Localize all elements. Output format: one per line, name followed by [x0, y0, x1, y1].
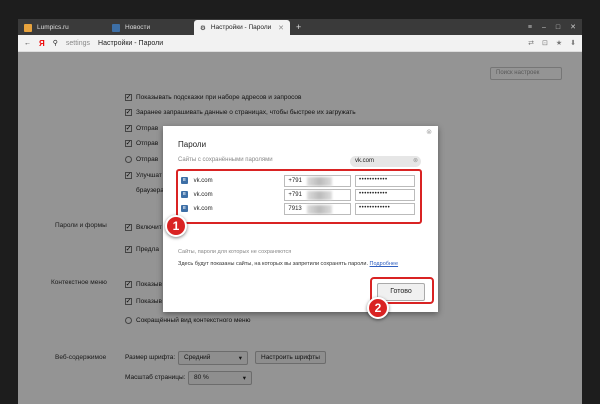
lumpics-favicon-icon [24, 23, 32, 32]
close-dialog-icon[interactable]: ⊗ [426, 128, 432, 136]
tab-label: Настройки - Пароли [210, 24, 272, 31]
never-saved-label: Сайты, пароли для которых не сохраняются [178, 249, 292, 255]
lock-icon: ⚲ [52, 40, 58, 47]
tab-news[interactable]: Новости [106, 20, 194, 35]
address-bar: ← Я ⚲ settings Настройки - Пароли ⇄ ⊡ ★ … [18, 35, 582, 52]
protect-icon[interactable]: ⊡ [542, 39, 548, 47]
tab-label: Lumpics.ru [37, 24, 69, 31]
window-controls: ≡ – □ ✕ [528, 20, 582, 35]
bookmark-star-icon[interactable]: ★ [556, 39, 562, 47]
url-host[interactable]: settings [66, 40, 90, 47]
download-icon[interactable]: ⬇ [570, 39, 576, 47]
saved-sites-label: Сайты с сохранёнными паролями [178, 157, 273, 163]
minimize-icon[interactable]: – [542, 20, 546, 35]
never-saved-description: Здесь будут показаны сайты, на которых в… [178, 261, 368, 267]
settings-gear-icon: ⚙ [200, 24, 206, 32]
password-search-input[interactable]: vk.com ⊗ [350, 156, 421, 167]
search-value: vk.com [355, 158, 375, 164]
learn-more-link[interactable]: Подробнее [370, 261, 399, 267]
close-tab-icon[interactable]: ✕ [278, 24, 284, 32]
news-favicon-icon [112, 23, 120, 32]
clear-search-icon[interactable]: ⊗ [413, 157, 418, 164]
back-arrow-icon[interactable]: ← [24, 40, 31, 47]
tab-label: Новости [125, 24, 151, 31]
tab-lumpics[interactable]: Lumpics.ru [18, 20, 106, 35]
tab-settings[interactable]: ⚙ Настройки - Пароли ✕ [194, 20, 290, 35]
close-window-icon[interactable]: ✕ [570, 20, 576, 35]
never-saved-text: Здесь будут показаны сайты, на которых в… [178, 261, 398, 267]
entries-highlight-box [176, 169, 422, 224]
maximize-icon[interactable]: □ [556, 20, 560, 35]
url-page-title[interactable]: Настройки - Пароли [98, 40, 163, 47]
yandex-logo[interactable]: Я [39, 39, 45, 48]
reader-icon[interactable]: ⇄ [528, 39, 534, 47]
tab-bar: Lumpics.ru Новости ⚙ Настройки - Пароли … [18, 19, 582, 35]
dialog-title: Пароли [178, 140, 207, 149]
step-marker-2: 2 [367, 297, 389, 319]
step-marker-1: 1 [165, 215, 187, 237]
new-tab-plus-icon[interactable]: + [290, 20, 307, 35]
menu-icon[interactable]: ≡ [528, 20, 532, 35]
